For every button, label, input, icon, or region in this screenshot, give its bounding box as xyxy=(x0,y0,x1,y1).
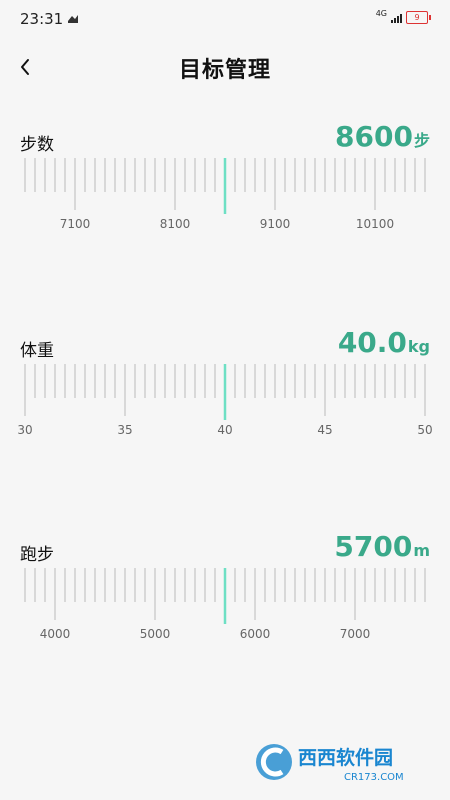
weight-section: 体重 40.0 kg 30 35 40 45 50 xyxy=(0,326,450,456)
ruler-tick-label: 40 xyxy=(217,423,232,437)
watermark-site: CR173.COM xyxy=(344,772,404,783)
steps-section: 步数 8600 步 7100 8100 9100 10100 xyxy=(0,120,450,250)
ruler-tick-label: 9100 xyxy=(260,217,291,231)
ruler-tick-label: 50 xyxy=(417,423,432,437)
weight-value: 40.0 kg xyxy=(338,326,430,359)
page-title: 目标管理 xyxy=(178,58,271,83)
ruler-tick-label: 6000 xyxy=(240,627,271,641)
running-value-number: 5700 xyxy=(334,530,413,563)
status-time: 23:31 xyxy=(20,10,64,28)
ruler-tick-label: 7000 xyxy=(340,627,371,641)
header: 目标管理 xyxy=(0,40,450,96)
steps-ruler[interactable]: 7100 8100 9100 10100 xyxy=(0,158,450,250)
network-type: 4G xyxy=(375,9,387,18)
steps-value: 8600 步 xyxy=(335,120,430,153)
weight-ruler[interactable]: 30 35 40 45 50 xyxy=(0,364,450,456)
watermark-brand: 西西软件园 xyxy=(298,746,393,769)
steps-value-number: 8600 xyxy=(335,120,413,153)
running-ruler[interactable]: 4000 5000 6000 7000 xyxy=(0,568,450,660)
weight-value-number: 40.0 xyxy=(337,326,407,359)
running-section: 跑步 5700 m 4000 5000 6000 7000 xyxy=(0,530,450,660)
ruler-tick-label: 8100 xyxy=(160,217,191,231)
running-label: 跑步 xyxy=(20,545,54,565)
ruler-tick-label: 10100 xyxy=(356,217,394,231)
ruler-tick-label: 4000 xyxy=(40,627,71,641)
ruler-tick-label: 30 xyxy=(17,423,32,437)
running-value-unit: m xyxy=(413,541,430,560)
steps-value-unit: 步 xyxy=(413,131,430,150)
ruler-tick-label: 35 xyxy=(117,423,132,437)
watermark-logo: 西西软件园 CR173.COM xyxy=(256,744,404,783)
battery-icon: 9 xyxy=(406,11,431,24)
running-value: 5700 m xyxy=(334,530,430,563)
ruler-tick-label: 7100 xyxy=(60,217,91,231)
status-indicators: 4G 9 xyxy=(375,9,431,24)
weight-value-unit: kg xyxy=(407,337,430,356)
signal-icon xyxy=(391,13,402,23)
ruler-tick-label: 5000 xyxy=(140,627,171,641)
app-notification-icon xyxy=(68,15,78,23)
status-bar: 23:31 4G 9 xyxy=(0,0,450,40)
steps-label: 步数 xyxy=(20,135,54,155)
battery-level: 9 xyxy=(414,13,420,22)
weight-label: 体重 xyxy=(20,341,54,361)
ruler-tick-label: 45 xyxy=(317,423,332,437)
